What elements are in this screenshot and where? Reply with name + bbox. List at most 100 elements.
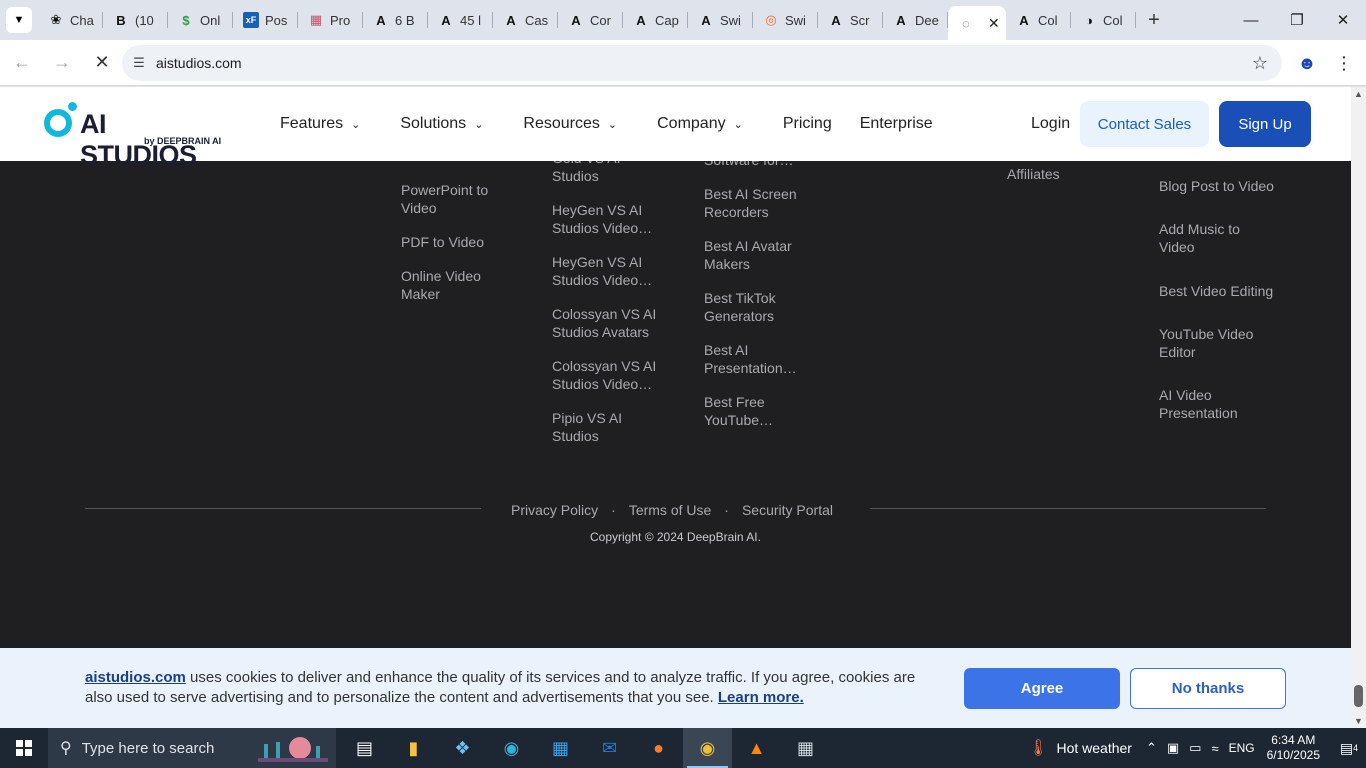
taskbar-search[interactable]: ⚲ Type here to search [48, 728, 336, 768]
menu-icon[interactable]: ⋮ [1332, 46, 1356, 80]
footer-link[interactable]: PDF to Video [401, 233, 521, 251]
back-button[interactable]: ← [4, 45, 40, 81]
outlook-icon[interactable]: ✉ [585, 728, 634, 768]
menu-solutions[interactable]: Solutions ⌄ [400, 115, 483, 133]
a-icon: A [896, 12, 906, 28]
footer-link[interactable]: Studios [552, 167, 672, 185]
cookie-site-link[interactable]: aistudios.com [85, 669, 186, 686]
star-icon[interactable]: ☆ [1252, 53, 1268, 74]
file-explorer-icon[interactable]: ▮ [389, 728, 438, 768]
plus-icon: + [1148, 8, 1160, 31]
address-bar[interactable]: ☰ aistudios.com ☆ [122, 45, 1282, 81]
close-tab-icon[interactable]: ✕ [988, 15, 1000, 32]
footer-link[interactable]: HeyGen VS AI Studios Video… [552, 253, 660, 289]
browser-tab[interactable]: A 45 l [428, 0, 493, 40]
footer-link[interactable]: Best AI Screen Recorders [704, 185, 804, 221]
sign-up-button[interactable]: Sign Up [1219, 101, 1311, 147]
battery-icon[interactable]: ▭ [1189, 740, 1201, 756]
footer-link[interactable]: Colossyan VS AI Studios Avatars [552, 305, 664, 341]
divider [870, 508, 1266, 509]
forward-button[interactable]: → [44, 45, 80, 81]
vlc-icon[interactable]: ▲ [732, 728, 781, 768]
wifi-icon[interactable]: ≈ [1211, 741, 1218, 756]
tab-active[interactable]: ◌ ✕ [948, 6, 1006, 40]
minimize-button[interactable]: — [1228, 0, 1274, 40]
notification-icon[interactable]: ▤ 4 [1332, 740, 1366, 757]
browser-tab[interactable]: B (10 [103, 0, 168, 40]
menu-company[interactable]: Company ⌄ [657, 115, 743, 133]
meet-icon[interactable]: ▣ [1167, 740, 1179, 756]
footer-link[interactable]: Affiliates [1007, 165, 1127, 183]
footer-link[interactable]: Add Music to Video [1159, 220, 1259, 256]
no-thanks-button[interactable]: No thanks [1130, 668, 1286, 709]
footer-link[interactable]: HeyGen VS AI Studios Video… [552, 201, 660, 237]
copilot-icon[interactable]: ❖ [438, 728, 487, 768]
browser-tab[interactable]: ▦ Pro [298, 0, 363, 40]
footer-link[interactable]: Best TikTok Generators [704, 289, 804, 325]
footer-link[interactable]: YouTube Video Editor [1159, 325, 1269, 361]
footer-link[interactable]: PowerPoint to Video [401, 181, 511, 217]
contact-sales-button[interactable]: Contact Sales [1080, 101, 1209, 147]
site-info-icon[interactable]: ☰ [122, 55, 156, 71]
browser-tab[interactable]: $ Onl [168, 0, 233, 40]
restore-button[interactable]: ❐ [1274, 0, 1320, 40]
footer-link[interactable]: Blog Post to Video [1159, 177, 1289, 195]
tab-title: 6 B [395, 12, 415, 28]
footer-link[interactable]: Best AI Avatar Makers [704, 237, 804, 273]
browser-tab[interactable]: A Swi [688, 0, 753, 40]
browser-tab[interactable]: A 6 B [363, 0, 428, 40]
chevron-down-icon: ⌄ [733, 118, 743, 131]
language-indicator[interactable]: ENG [1229, 741, 1255, 755]
browser-tab[interactable]: A Col [1006, 0, 1071, 40]
footer-link[interactable]: Colossyan VS AI Studios Video… [552, 357, 664, 393]
ai-studios-logo[interactable]: AI STUDIOS by DEEPBRAIN AI [42, 101, 222, 170]
arrow-left-icon: ← [13, 52, 31, 72]
learn-more-link[interactable]: Learn more. [718, 689, 804, 706]
chevron-up-icon[interactable]: ⌃ [1146, 740, 1157, 756]
footer-link[interactable]: Online Video Maker [401, 267, 501, 303]
menu-resources[interactable]: Resources ⌄ [523, 115, 617, 133]
menu-enterprise[interactable]: Enterprise [860, 115, 933, 133]
security-portal-link[interactable]: Security Portal [742, 502, 833, 518]
browser-tab[interactable]: ◑ Col [1071, 0, 1136, 40]
new-tab-button[interactable]: + [1136, 0, 1172, 40]
footer-link[interactable]: Pipio VS AI Studios [552, 409, 642, 445]
browser-tab[interactable]: A Dee [883, 0, 948, 40]
login-link[interactable]: Login [1031, 115, 1070, 133]
calculator-icon[interactable]: ▦ [781, 728, 830, 768]
browser-tab[interactable]: ❀ Cha [38, 0, 103, 40]
scroll-up-icon[interactable]: ▲ [1354, 89, 1363, 99]
store-icon[interactable]: ▦ [536, 728, 585, 768]
footer-link[interactable]: Best Video Editing [1159, 282, 1289, 300]
menu-features[interactable]: Features ⌄ [280, 115, 360, 133]
agree-button[interactable]: Agree [964, 668, 1120, 709]
scroll-thumb[interactable] [1354, 685, 1363, 707]
chrome-icon[interactable]: ◉ [683, 728, 732, 768]
browser-tab[interactable]: xF Pos [233, 0, 298, 40]
browser-tab[interactable]: A Cap [623, 0, 688, 40]
arrow-right-icon: → [53, 52, 71, 72]
footer-link[interactable]: AI Video Presentation [1159, 386, 1259, 422]
browser-tab[interactable]: ◎ Swi [753, 0, 818, 40]
task-view-icon[interactable]: ▤ [340, 728, 389, 768]
firefox-icon[interactable]: ● [634, 728, 683, 768]
terms-of-use-link[interactable]: Terms of Use [629, 502, 711, 518]
privacy-policy-link[interactable]: Privacy Policy [511, 502, 598, 518]
stop-button[interactable]: ✕ [84, 45, 120, 81]
start-button[interactable] [0, 728, 48, 768]
clock[interactable]: 6:34 AM 6/10/2025 [1267, 733, 1320, 763]
close-window-button[interactable]: ✕ [1320, 0, 1366, 40]
footer-link[interactable]: Best Free YouTube… [704, 393, 804, 429]
browser-tab[interactable]: A Cas [493, 0, 558, 40]
scroll-down-icon[interactable]: ▼ [1354, 716, 1363, 726]
weather-widget[interactable]: 🌡 Hot weather [1028, 738, 1132, 758]
page-scrollbar[interactable]: ▲ ▼ [1351, 87, 1366, 728]
url-text[interactable]: aistudios.com [156, 55, 242, 71]
tab-search-button[interactable]: ▼ [0, 0, 38, 40]
browser-tab[interactable]: A Cor [558, 0, 623, 40]
footer-link[interactable]: Best AI Presentation… [704, 341, 804, 377]
menu-pricing[interactable]: Pricing [783, 115, 832, 133]
profile-icon[interactable]: ☻ [1295, 46, 1319, 80]
edge-icon[interactable]: ◉ [487, 728, 536, 768]
browser-tab[interactable]: A Scr [818, 0, 883, 40]
